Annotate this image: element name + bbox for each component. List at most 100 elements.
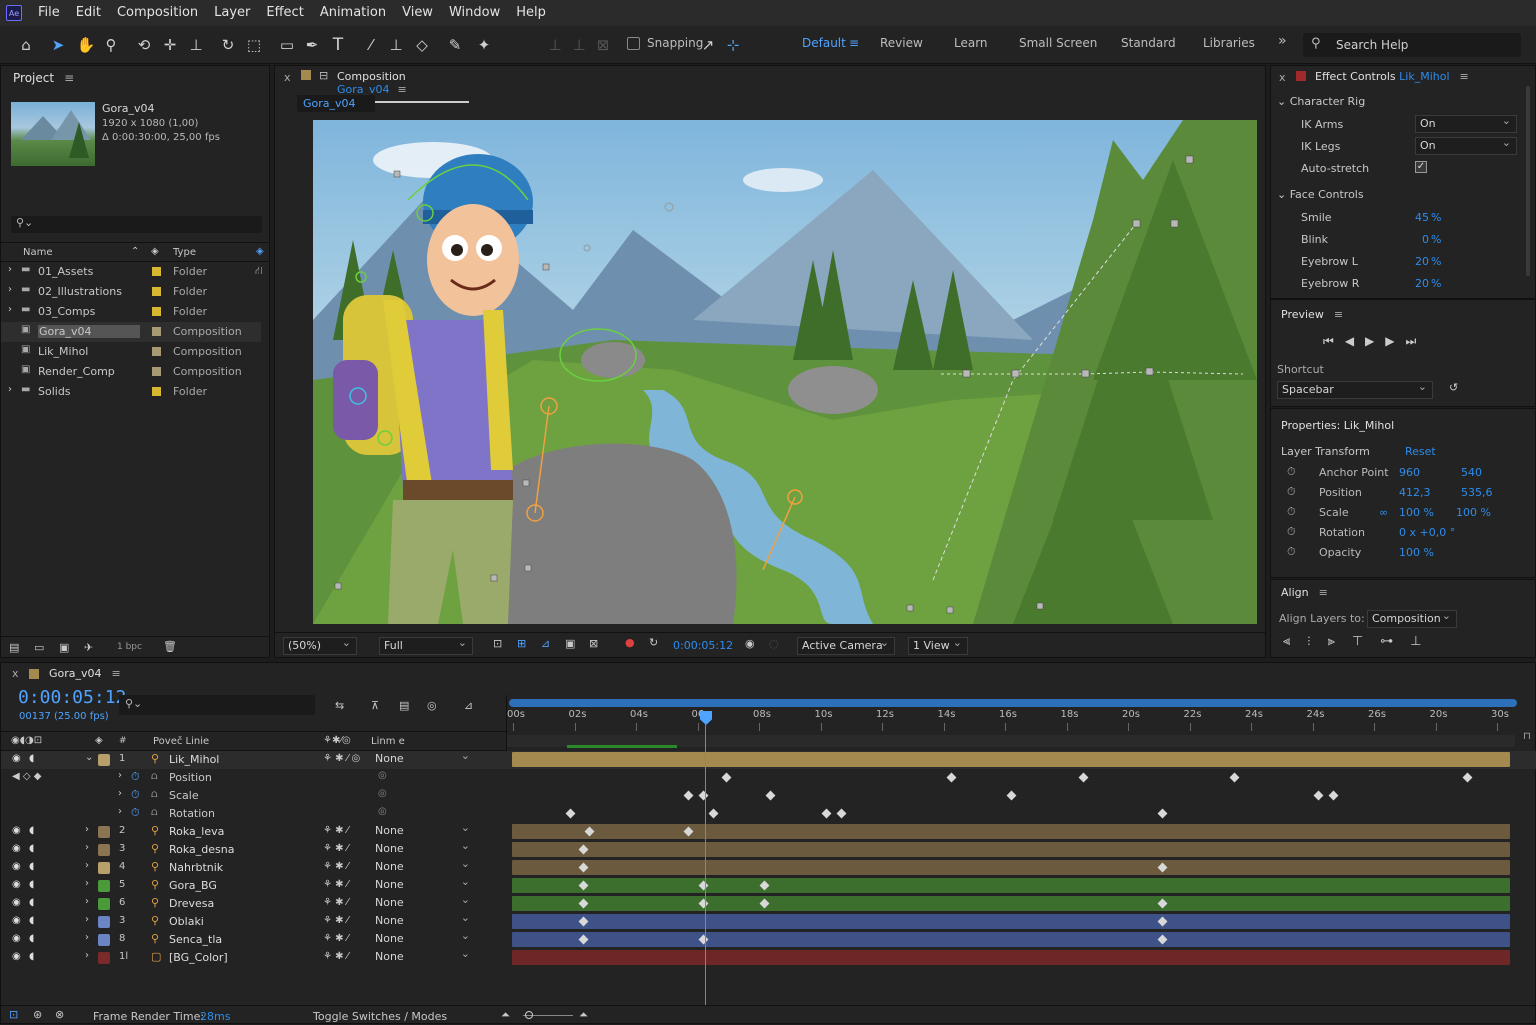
expression-pickwhip-icon[interactable]: ◎ xyxy=(378,770,387,781)
layer-row[interactable]: ◉ ◖ › 4 ⚲ Nahrbtnik ⚘ ✱ ⁄ None xyxy=(1,857,1536,877)
autostretch-checkbox[interactable]: ✓ xyxy=(1415,161,1427,173)
layer-duration-bar[interactable] xyxy=(512,842,1510,857)
preview-title[interactable]: Preview xyxy=(1281,308,1324,321)
layer-label-swatch[interactable] xyxy=(98,934,110,946)
face-control-value[interactable]: 0 xyxy=(1413,233,1429,246)
home-icon[interactable]: ⌂ xyxy=(16,35,36,55)
menu-composition[interactable]: Composition xyxy=(109,0,206,26)
transform-prop-value-1[interactable]: 0 x +0,0 ° xyxy=(1399,526,1455,539)
ik-legs-dropdown[interactable]: On xyxy=(1415,136,1517,155)
pen-tool-icon[interactable]: ✒ xyxy=(302,35,322,55)
toggle-switches-modes[interactable]: Toggle Switches / Modes xyxy=(313,1010,447,1023)
label-swatch[interactable] xyxy=(152,267,161,276)
layer-row[interactable]: ◉ ◖ › 5 ⚲ Gora_BG ⚘ ✱ ⁄ None xyxy=(1,875,1536,895)
viewer-timecode[interactable]: 0:00:05:12 xyxy=(673,639,733,652)
keyframe[interactable] xyxy=(946,772,957,783)
keyframe[interactable] xyxy=(698,790,709,801)
comp-viewer[interactable] xyxy=(313,120,1257,624)
menu-help[interactable]: Help xyxy=(508,0,554,26)
keyframe[interactable] xyxy=(721,772,732,783)
workspace-review[interactable]: Review xyxy=(880,36,923,50)
keyframe[interactable] xyxy=(1078,772,1089,783)
twirl-closed-icon[interactable]: › xyxy=(85,860,89,871)
view-layout-dropdown[interactable]: 1 View xyxy=(908,636,968,655)
layer-duration-bar[interactable] xyxy=(512,824,1510,839)
layer-row[interactable]: ◉ ◖ › 3 ⚲ Oblaki ⚘ ✱ ⁄ None xyxy=(1,911,1536,931)
video-visibility-icon[interactable]: ◉ xyxy=(12,825,21,836)
orbit-tool-icon[interactable]: ⟲ xyxy=(134,35,154,55)
project-item[interactable]: › ▬ 01_Assets Folder ⛙ xyxy=(1,262,263,282)
reset-shortcut-icon[interactable]: ↺ xyxy=(1449,381,1458,394)
search-help-input[interactable]: ⚲ Search Help xyxy=(1303,33,1521,57)
layer-name[interactable]: Roka_leva xyxy=(169,825,224,838)
layer-row[interactable]: ◉ ◖ › 2 ⚲ Roka_leva ⚘ ✱ ⁄ None xyxy=(1,821,1536,841)
properties-title[interactable]: Properties: Lik_Mihol xyxy=(1281,419,1394,432)
layer-switches-icon[interactable]: ⚘ ✱ ⁄ xyxy=(323,825,348,836)
transform-prop-value-1[interactable]: 960 xyxy=(1399,466,1420,479)
region-of-interest-icon[interactable]: ▣ xyxy=(565,637,575,650)
bpc-label[interactable]: 1 bpc xyxy=(117,642,142,652)
comp-flow-tab[interactable]: Gora_v04 xyxy=(297,95,375,112)
audio-icon[interactable]: ◖ xyxy=(29,861,34,872)
clone-stamp-icon[interactable]: ⊥ xyxy=(386,35,406,55)
video-visibility-icon[interactable]: ◉ xyxy=(12,915,21,926)
graph-toggle-icon[interactable]: ⩍ xyxy=(151,807,158,818)
more-workspaces-icon[interactable]: » xyxy=(1278,33,1287,49)
play-icon[interactable]: ▶ xyxy=(1365,334,1385,348)
zoom-slider-thumb[interactable] xyxy=(525,1011,533,1019)
layer-switches-icon[interactable]: ⚘ ✱ ⁄ xyxy=(323,861,348,872)
audio-icon[interactable]: ◖ xyxy=(29,825,34,836)
panel-menu-icon[interactable]: ≡ xyxy=(64,71,74,85)
layer-switches-icon[interactable]: ⚘ ✱ ⁄ ◎ xyxy=(323,753,360,764)
transform-prop-value-2[interactable]: 100 % xyxy=(1456,506,1491,519)
col-source-name[interactable]: Poveč Linie xyxy=(153,736,209,747)
keyframe[interactable] xyxy=(1328,790,1339,801)
axis-local-icon[interactable]: ⊥ xyxy=(545,35,565,55)
timeline-end-icon[interactable]: ⊓ xyxy=(1523,731,1531,742)
close-tab-icon[interactable]: x xyxy=(12,667,19,680)
layer-switches-icon[interactable]: ⚘ ✱ ⁄ xyxy=(323,951,348,962)
magnification-dropdown[interactable]: (50%) xyxy=(283,636,357,655)
label-swatch[interactable] xyxy=(152,367,161,376)
layer-row[interactable]: ◉ ◖ › 6 ⚲ Drevesa ⚘ ✱ ⁄ None xyxy=(1,893,1536,913)
first-frame-icon[interactable]: ⏮ xyxy=(1323,334,1345,348)
transform-prop-value-1[interactable]: 412,3 xyxy=(1399,486,1431,499)
effect-controls-tab[interactable]: Effect Controls Lik_Mihol ≡ xyxy=(1315,70,1469,83)
workspace-menu-icon[interactable]: ≡ xyxy=(849,36,859,50)
col-type[interactable]: Type xyxy=(173,247,196,258)
layer-row[interactable]: ◉ ◖ ⌄ 1 ⚲ Lik_Mihol ⚘ ✱ ⁄ ◎ None xyxy=(1,749,1536,769)
layer-name[interactable]: Oblaki xyxy=(169,915,204,928)
type-tool-icon[interactable]: T xyxy=(328,35,348,55)
twirl-closed-icon[interactable]: › xyxy=(85,950,89,961)
face-control-value[interactable]: 45 xyxy=(1413,211,1429,224)
audio-icon[interactable]: ◖ xyxy=(29,897,34,908)
expression-pickwhip-icon[interactable]: ◎ xyxy=(378,806,387,817)
timeline-tab[interactable]: Gora_v04 xyxy=(49,667,102,680)
layer-name[interactable]: Senca_tla xyxy=(169,933,222,946)
align-left-icon[interactable]: ⫷ xyxy=(1283,634,1307,649)
project-search-input[interactable]: ⚲⌄ xyxy=(11,216,262,233)
zoom-out-icon[interactable]: ⏶ xyxy=(501,1008,510,1022)
selection-tool-icon[interactable]: ➤ xyxy=(48,35,68,55)
prev-frame-icon[interactable]: ◀ xyxy=(1345,334,1365,348)
layer-switches-pane-icon[interactable]: ⊡ xyxy=(9,1008,18,1021)
transform-prop-value-2[interactable]: 540 xyxy=(1461,466,1482,479)
align-bottom-icon[interactable]: ⊥ xyxy=(1410,634,1438,649)
work-area-bar[interactable] xyxy=(509,699,1517,707)
mask-visibility-icon[interactable]: ⊿ xyxy=(541,637,550,650)
pan-behind-tool-icon[interactable]: ⬚ xyxy=(244,35,264,55)
rotate-tool-icon[interactable]: ↻ xyxy=(218,35,238,55)
keyframe[interactable] xyxy=(765,790,776,801)
layer-switches-icon[interactable]: ⚘ ✱ ⁄ xyxy=(323,933,348,944)
twirl-closed-icon[interactable]: › xyxy=(85,824,89,835)
video-visibility-icon[interactable]: ◉ xyxy=(12,897,21,908)
eraser-tool-icon[interactable]: ◇ xyxy=(412,35,432,55)
reset-exposure-icon[interactable]: ↻ xyxy=(649,636,658,649)
twirl-closed-icon[interactable]: › xyxy=(118,770,122,781)
keyframe[interactable] xyxy=(1157,808,1168,819)
layer-label-swatch[interactable] xyxy=(98,826,110,838)
twirl-closed-icon[interactable]: › xyxy=(118,788,122,799)
layer-name[interactable]: Drevesa xyxy=(169,897,214,910)
twirl-closed-icon[interactable]: › xyxy=(8,264,12,275)
col-parent[interactable]: Linm e xyxy=(371,736,405,747)
